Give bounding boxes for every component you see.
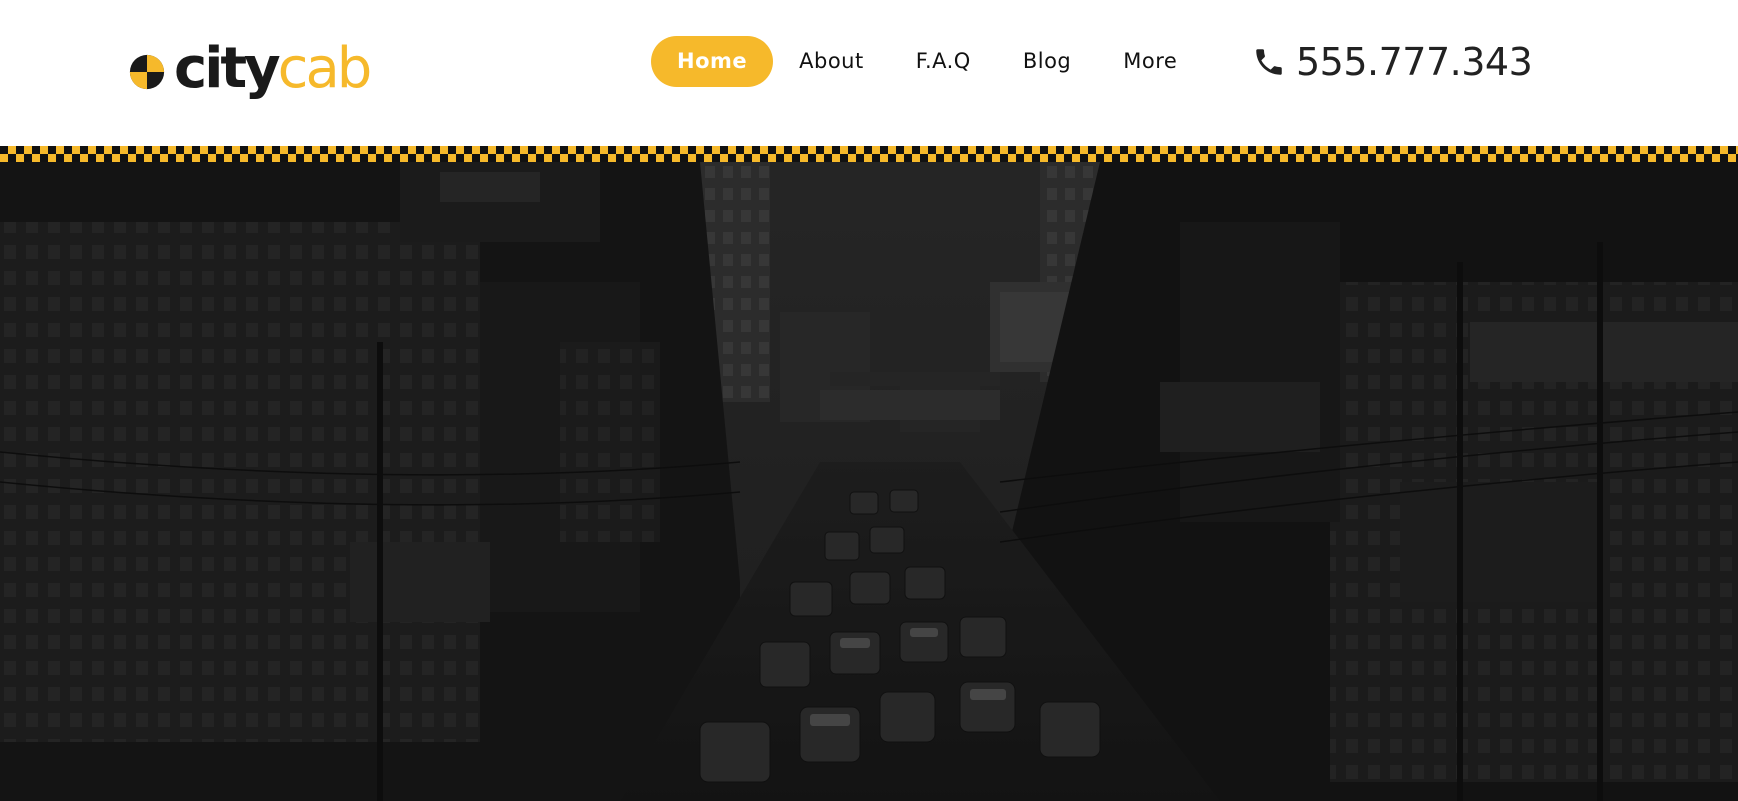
phone-number: 555.777.343 — [1296, 39, 1533, 84]
logo-text-city: city — [174, 36, 281, 101]
main-nav: Home About F.A.Q Blog More — [651, 36, 1203, 87]
phone-icon — [1256, 48, 1282, 75]
nav-item-about[interactable]: About — [773, 36, 890, 87]
logo-text: citycab — [174, 41, 372, 97]
nav-item-home[interactable]: Home — [651, 36, 774, 87]
nav-item-blog[interactable]: Blog — [997, 36, 1097, 87]
phone-link[interactable]: 555.777.343 — [1252, 36, 1533, 87]
hero-section — [0, 162, 1738, 801]
nav-item-more[interactable]: More — [1097, 36, 1203, 87]
logo-link[interactable]: citycab — [128, 34, 372, 104]
checker-border — [0, 146, 1738, 162]
site-header: citycab Home About F.A.Q Blog More 555.7… — [0, 0, 1738, 146]
taxi-checker-circle-icon — [129, 54, 165, 90]
city-street-hero-image — [0, 162, 1738, 801]
nav-item-faq[interactable]: F.A.Q — [890, 36, 997, 87]
logo-text-cab: cab — [277, 36, 373, 101]
